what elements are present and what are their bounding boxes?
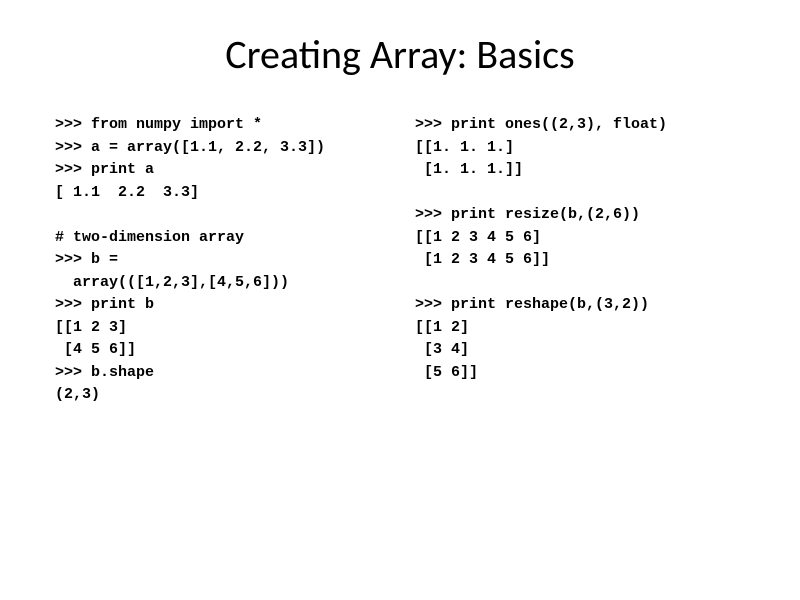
code-line: [4 5 6]] [55, 341, 136, 358]
slide-title: Creating Array: Basics [55, 30, 745, 79]
code-line: [[1 2 3 4 5 6] [415, 229, 541, 246]
code-line: [1. 1. 1.]] [415, 161, 523, 178]
right-column: >>> print ones((2,3), float) [[1. 1. 1.]… [415, 114, 745, 407]
code-line: # two-dimension array [55, 229, 244, 246]
code-line: >>> from numpy import * [55, 116, 262, 133]
code-line: [[1. 1. 1.] [415, 139, 514, 156]
code-line: [[1 2] [415, 319, 469, 336]
code-line: [[1 2 3] [55, 319, 127, 336]
code-line: >>> a = array([1.1, 2.2, 3.3]) [55, 139, 325, 156]
content-columns: >>> from numpy import * >>> a = array([1… [55, 114, 745, 407]
code-line: >>> print ones((2,3), float) [415, 116, 667, 133]
code-line: array(([1,2,3],[4,5,6])) [55, 274, 289, 291]
code-line: [3 4] [415, 341, 469, 358]
code-line: (2,3) [55, 386, 100, 403]
code-line: [ 1.1 2.2 3.3] [55, 184, 199, 201]
slide: Creating Array: Basics >>> from numpy im… [0, 0, 800, 600]
code-line: >>> print reshape(b,(3,2)) [415, 296, 649, 313]
code-line: >>> b = [55, 251, 118, 268]
code-line: >>> print b [55, 296, 154, 313]
code-line: [1 2 3 4 5 6]] [415, 251, 550, 268]
code-line: >>> print resize(b,(2,6)) [415, 206, 640, 223]
left-column: >>> from numpy import * >>> a = array([1… [55, 114, 385, 407]
code-line: >>> print a [55, 161, 154, 178]
code-line: [5 6]] [415, 364, 478, 381]
code-line: >>> b.shape [55, 364, 154, 381]
